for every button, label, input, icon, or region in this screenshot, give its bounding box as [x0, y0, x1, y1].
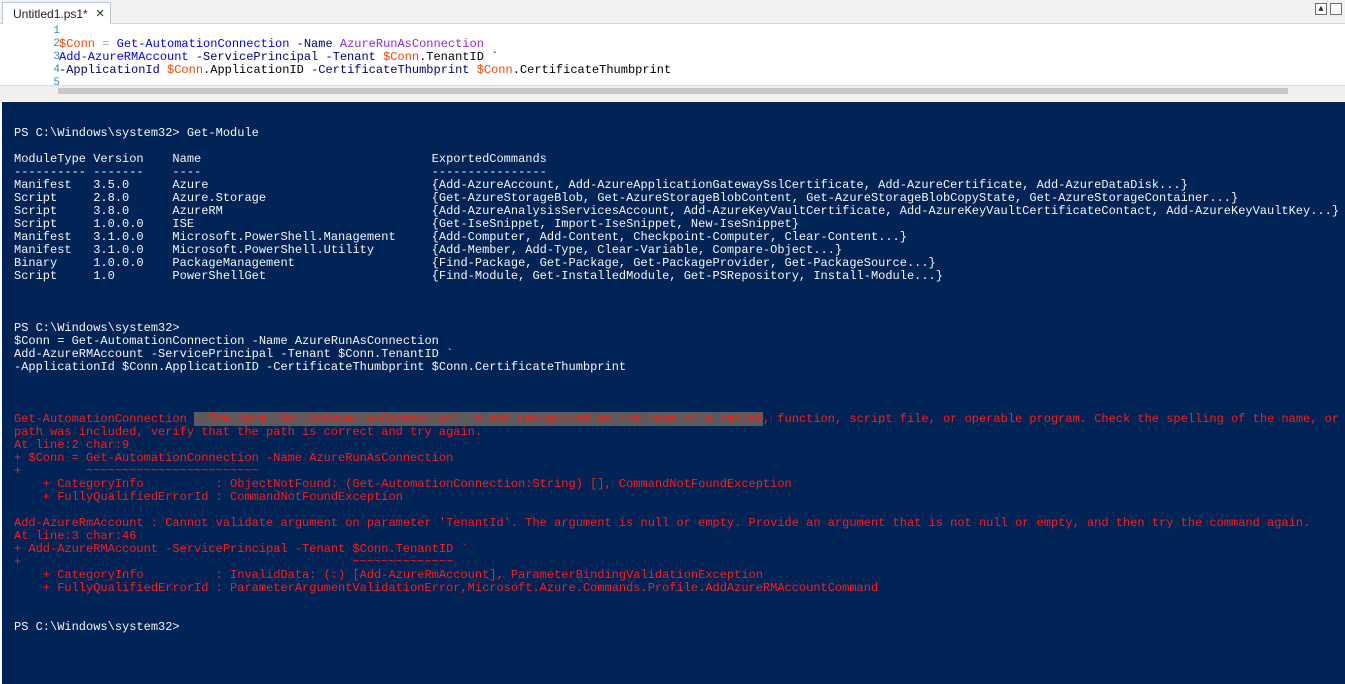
token-property: .ApplicationID	[203, 63, 304, 77]
token-parameter: -Tenant	[318, 50, 384, 64]
token-variable: $Conn	[59, 37, 96, 51]
editor-horizontal-scrollbar[interactable]	[58, 88, 1288, 94]
token-parameter: -Name	[289, 37, 340, 51]
close-icon[interactable]: ×	[96, 6, 105, 21]
token-operator: =	[95, 37, 117, 51]
console-pane[interactable]: PS C:\Windows\system32> Get-Module Modul…	[2, 102, 1345, 684]
token-argument: AzureRunAsConnection	[339, 37, 484, 51]
error-line: + FullyQualifiedErrorId : CommandNotFoun…	[14, 490, 403, 504]
token-variable: $Conn	[167, 63, 204, 77]
code-area[interactable]: $Conn = Get-AutomationConnection -Name A…	[59, 38, 671, 77]
error-line: + FullyQualifiedErrorId : ParameterArgum…	[14, 581, 879, 595]
code-line-4: -ApplicationId $Conn.ApplicationID -Cert…	[59, 64, 671, 77]
console-line: Script 1.0 PowerShellGet {Find-Module, G…	[14, 269, 943, 283]
console-prompt[interactable]: PS C:\Windows\system32>	[14, 621, 180, 634]
tab-title: Untitled1.ps1*	[13, 6, 88, 21]
collapse-glyph: ▲	[1318, 3, 1324, 14]
collapse-script-pane-icon[interactable]: ▲	[1315, 3, 1327, 15]
token-parameter: -CertificateThumbprint	[303, 63, 477, 77]
line-number: 5	[53, 77, 60, 85]
token-property: .TenantID	[419, 50, 484, 64]
token-command: Add-AzureRMAccount	[59, 50, 189, 64]
error-message: , function, script file, or operable pro…	[762, 412, 1345, 426]
selected-text: : The term 'Get-AutomationConnection' is…	[194, 412, 763, 426]
token-variable: $Conn	[476, 63, 513, 77]
token-command: Get-AutomationConnection	[116, 37, 290, 51]
error-source: Get-AutomationConnection	[14, 412, 195, 426]
token-parameter: -ServicePrincipal	[188, 50, 319, 64]
script-editor[interactable]: 1 2 3 4 5 $Conn = Get-AutomationConnecti…	[0, 25, 1345, 85]
maximize-script-pane-icon[interactable]	[1330, 3, 1342, 15]
script-tab-strip: Untitled1.ps1* × ▲	[0, 0, 1345, 24]
console-line: PS C:\Windows\system32> Get-Module	[14, 126, 259, 140]
tab-untitled1[interactable]: Untitled1.ps1* ×	[2, 2, 112, 24]
token-property: .CertificateThumbprint	[512, 63, 672, 77]
pane-splitter[interactable]	[0, 85, 1345, 101]
token-backtick: `	[483, 50, 499, 64]
token-variable: $Conn	[383, 50, 420, 64]
token-parameter: -ApplicationId	[59, 63, 168, 77]
error-line: Add-AzureRmAccount : Cannot validate arg…	[14, 516, 1311, 530]
console-line: -ApplicationId $Conn.ApplicationID -Cert…	[14, 360, 627, 374]
